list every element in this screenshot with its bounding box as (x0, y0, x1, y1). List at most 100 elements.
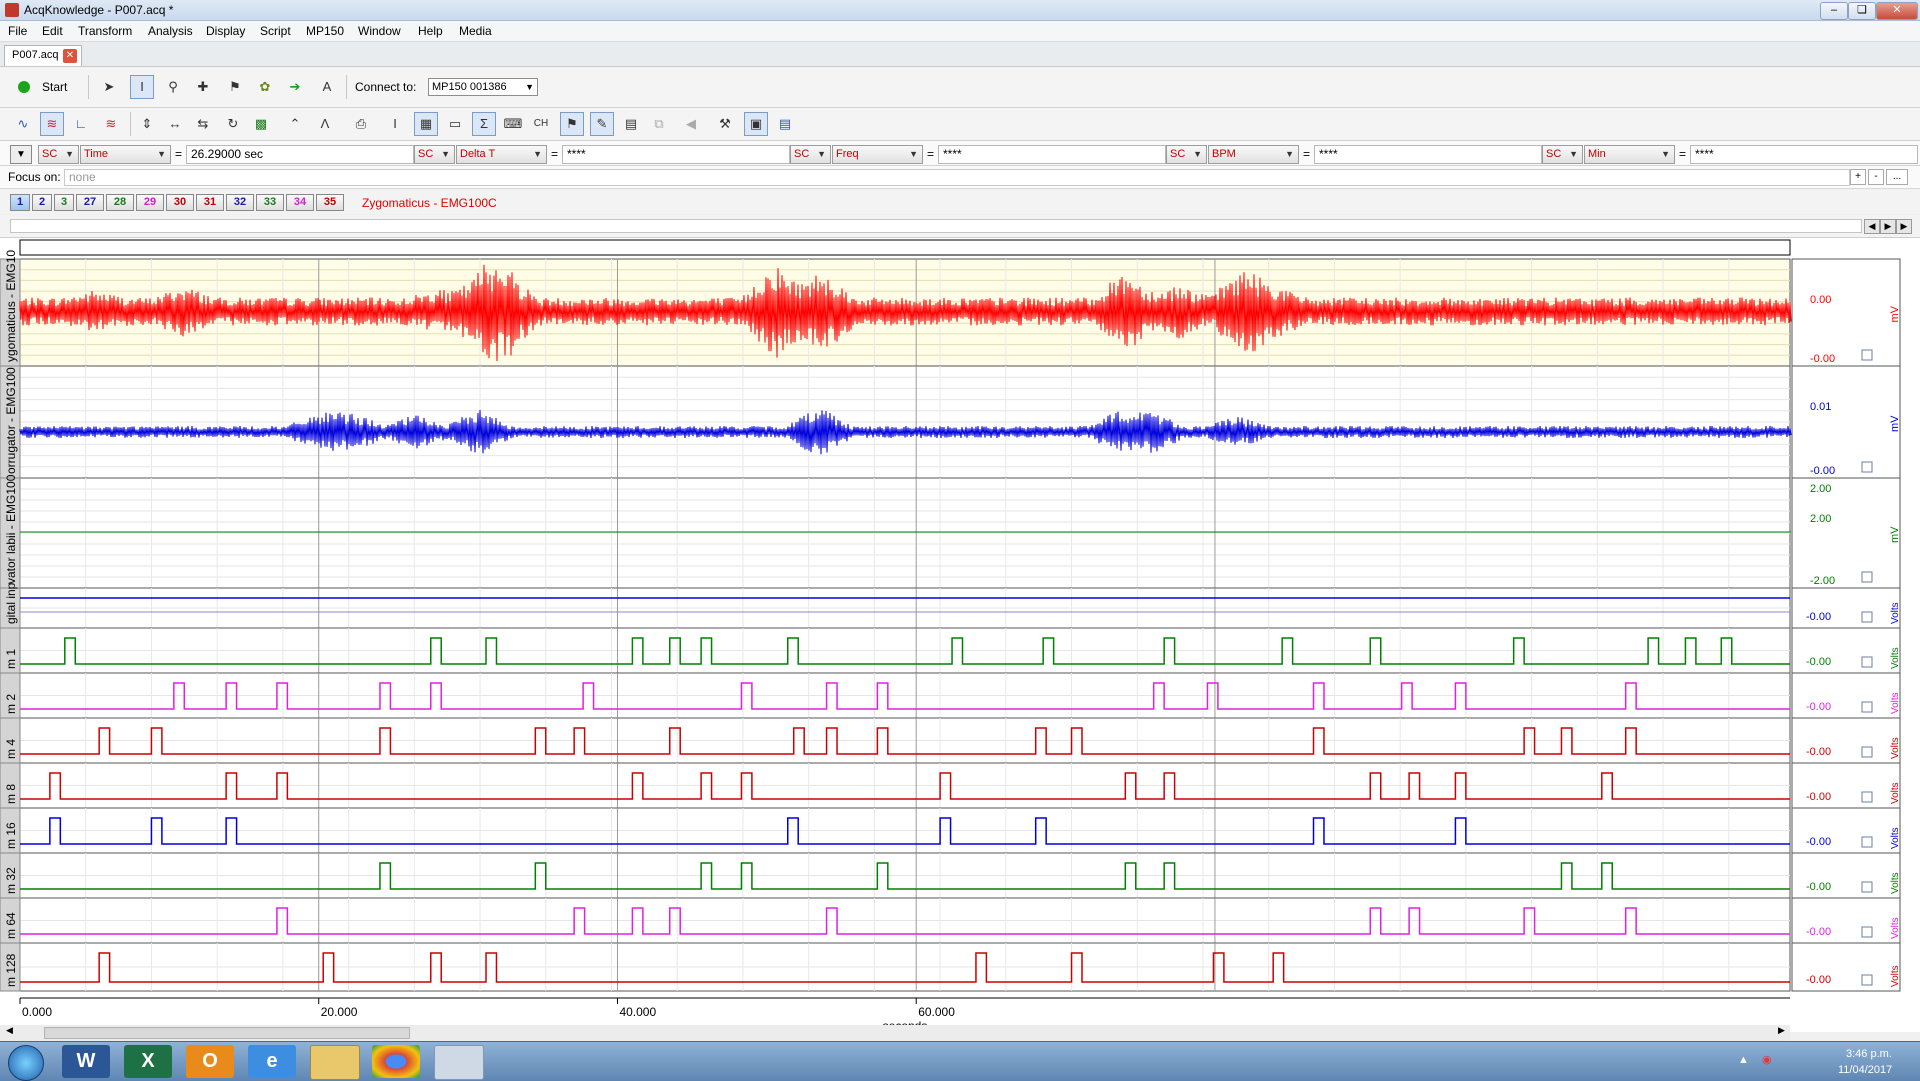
bar-chart-icon[interactable]: ▩ (250, 113, 272, 135)
copy-icon[interactable]: ⧉ (648, 113, 670, 135)
zoom-tool-icon[interactable]: ⚲ (162, 76, 184, 98)
channel-button[interactable]: 27 (76, 194, 104, 211)
outlook-icon[interactable]: O (186, 1045, 234, 1078)
sigma-icon[interactable]: Σ (472, 112, 496, 136)
channel-button[interactable]: 35 (316, 194, 344, 211)
rewind-icon[interactable]: ◀ (680, 113, 702, 135)
graph-svg[interactable]: ygomaticus - EMG10 0.00 -0.00 mV orrugator -… (0, 238, 1920, 1032)
edit-icon[interactable]: ✎ (590, 112, 614, 136)
peak-icon[interactable]: ⌃ (284, 113, 306, 135)
close-window-button[interactable]: ✕ (1876, 2, 1918, 20)
overview-track[interactable] (10, 219, 1862, 233)
grid-icon[interactable]: ▦ (414, 112, 438, 136)
channel-button[interactable]: 3 (54, 194, 74, 211)
menu-script[interactable]: Script (260, 24, 291, 38)
measurement-channel-dropdown[interactable]: SC ▼ (1542, 145, 1583, 164)
measurement-channel-dropdown[interactable]: SC ▼ (38, 145, 79, 164)
measurement-channel-dropdown[interactable]: SC ▼ (1166, 145, 1207, 164)
autoscale-icon[interactable]: ⇕ (136, 113, 158, 135)
menu-window[interactable]: Window (358, 24, 401, 38)
tools-icon[interactable]: ⚒ (714, 113, 736, 135)
document-tab[interactable]: P007.acq ✕ (4, 45, 82, 66)
arrow-tool-icon[interactable]: ➤ (98, 76, 120, 98)
ibeam-tool-icon[interactable]: I (130, 75, 154, 99)
camera-icon[interactable]: ▣ (744, 112, 768, 136)
monitor-icon[interactable]: ▤ (774, 113, 796, 135)
channel-button[interactable]: 33 (256, 194, 284, 211)
volume-muted-icon[interactable]: ◉ (1762, 1053, 1772, 1066)
measurement-channel-dropdown[interactable]: SC ▼ (790, 145, 831, 164)
tray-arrow-icon[interactable]: ▲ (1738, 1054, 1749, 1066)
start-button[interactable]: Start (42, 80, 67, 94)
excel-icon[interactable]: X (124, 1045, 172, 1078)
graph-area[interactable]: ygomaticus - EMG10 0.00 -0.00 mV orrugator -… (0, 238, 1920, 1032)
keyboard-icon[interactable]: ⌨ (502, 113, 524, 135)
internet-explorer-icon[interactable]: e (248, 1045, 296, 1078)
focus-remove-button[interactable]: - (1868, 169, 1884, 185)
refresh-icon[interactable]: ↻ (222, 113, 244, 135)
go-arrow-icon[interactable]: ➔ (284, 76, 306, 98)
annotation-tool-icon[interactable]: A (316, 76, 338, 98)
menu-edit[interactable]: Edit (42, 24, 63, 38)
journal-icon[interactable]: ▤ (620, 113, 642, 135)
measurement-type-dropdown[interactable]: Min ▼ (1584, 145, 1675, 164)
unit-label: Volts (1890, 827, 1901, 849)
measurement-type-dropdown[interactable]: Freq ▼ (832, 145, 923, 164)
scroll-right-icon[interactable]: ▶ (1880, 219, 1896, 234)
menu-analysis[interactable]: Analysis (148, 24, 193, 38)
channel-button[interactable]: 30 (166, 194, 194, 211)
crosshair-tool-icon[interactable]: ✚ (192, 76, 214, 98)
channel-button[interactable]: 29 (136, 194, 164, 211)
menu-transform[interactable]: Transform (78, 24, 132, 38)
waveform-icon[interactable]: ∿ (12, 113, 34, 135)
restore-button[interactable]: ❏ (1848, 2, 1876, 20)
channels-icon[interactable]: CH (530, 113, 552, 135)
word-icon[interactable]: W (62, 1045, 110, 1078)
horizontal-scrollbar[interactable]: ◀ ▶ (0, 1025, 1790, 1041)
flag-tool-icon[interactable]: ⚑ (224, 76, 246, 98)
menu-file[interactable]: File (8, 24, 27, 38)
focus-more-button[interactable]: ... (1886, 169, 1908, 185)
measurement-type-dropdown[interactable]: BPM ▼ (1208, 145, 1299, 164)
overlap-segments-icon[interactable]: ⇆ (192, 113, 214, 135)
channel-button[interactable]: 28 (106, 194, 134, 211)
acqknowledge-task-icon[interactable] (434, 1045, 484, 1080)
menu-display[interactable]: Display (206, 24, 245, 38)
channel-button[interactable]: 32 (226, 194, 254, 211)
print-icon[interactable]: ⎙ (350, 113, 372, 135)
marker-tool-icon[interactable]: ✿ (254, 76, 276, 98)
connect-dropdown[interactable]: MP150 001386 ▼ (428, 78, 538, 96)
menu-mp150[interactable]: MP150 (306, 24, 344, 38)
scroll-end-icon[interactable]: ▶ (1896, 219, 1912, 234)
close-tab-icon[interactable]: ✕ (63, 49, 77, 63)
time-ruler-strip[interactable] (19, 239, 1791, 256)
autoscale-waveforms-icon[interactable]: ↔ (164, 113, 186, 135)
measurement-channel-dropdown[interactable]: SC ▼ (414, 145, 455, 164)
measurement-menu-button[interactable]: ▼ (10, 145, 32, 164)
xy-plot-icon[interactable]: ∟ (70, 113, 92, 135)
peaks-icon[interactable]: Λ (314, 113, 336, 135)
measurement-type-dropdown[interactable]: Delta T ▼ (456, 145, 547, 164)
channel-button[interactable]: 31 (196, 194, 224, 211)
focus-add-button[interactable]: + (1850, 169, 1866, 185)
cursor-icon[interactable]: I (384, 113, 406, 135)
horizontal-scroll-thumb[interactable] (44, 1027, 410, 1039)
start-menu-icon[interactable] (8, 1045, 44, 1081)
menu-help[interactable]: Help (418, 24, 443, 38)
overlap-waveform-icon[interactable]: ≋ (40, 112, 64, 136)
scroll-left-arrow-icon[interactable]: ◀ (6, 1025, 13, 1036)
minimize-button[interactable]: – (1820, 2, 1848, 20)
measurement-type-dropdown[interactable]: Time ▼ (80, 145, 171, 164)
focus-input[interactable]: none (64, 169, 1850, 186)
scroll-left-icon[interactable]: ◀ (1864, 219, 1880, 234)
flag-marker-icon[interactable]: ⚑ (560, 112, 584, 136)
channel-button[interactable]: 2 (32, 194, 52, 211)
menu-media[interactable]: Media (459, 24, 492, 38)
scroll-right-arrow-icon[interactable]: ▶ (1778, 1025, 1785, 1036)
stacked-waves-icon[interactable]: ≋ (100, 113, 122, 135)
channel-button[interactable]: 1 (10, 194, 30, 211)
file-explorer-icon[interactable] (310, 1045, 360, 1080)
channel-button[interactable]: 34 (286, 194, 314, 211)
ruler-icon[interactable]: ▭ (444, 113, 466, 135)
chrome-icon[interactable] (372, 1045, 420, 1078)
